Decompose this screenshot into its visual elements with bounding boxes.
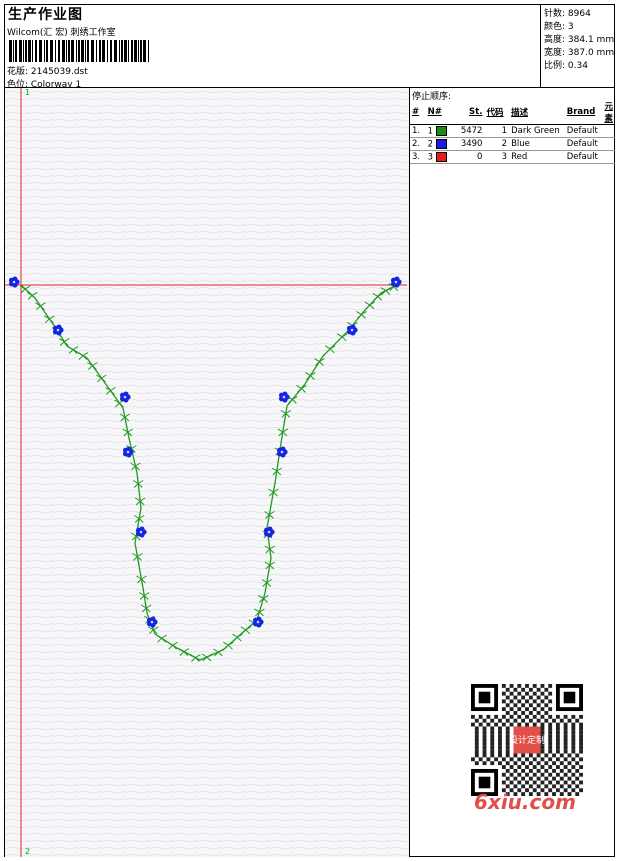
start-marker: 1 bbox=[25, 88, 31, 97]
row-code: 1 bbox=[484, 124, 510, 138]
table-header: # N# St. 代码 描述 Brand 元素 bbox=[410, 100, 615, 125]
row-stitches: 3490 bbox=[458, 137, 485, 151]
spec-value: 387.0 mm bbox=[567, 48, 615, 58]
spec-value: 384.1 mm bbox=[567, 35, 615, 45]
row-description: Dark Green bbox=[509, 124, 565, 138]
spec-panel: 针数: 8964 颜色: 3 高度: 384.1 mm 宽度: 387.0 mm… bbox=[540, 5, 616, 87]
row-index: 2. bbox=[410, 137, 426, 151]
design-canvas: 1 2 bbox=[5, 88, 410, 857]
barcode bbox=[9, 40, 149, 62]
design-file-label: 花版: 2145039.dst bbox=[7, 67, 88, 77]
watermark-text: 6xiu.com bbox=[474, 790, 576, 814]
spec-stitch-count: 针数: 8964 bbox=[544, 6, 591, 19]
spec-scale: 比例: 0.34 bbox=[544, 58, 588, 71]
row-needle: 3 bbox=[425, 150, 459, 164]
color-table: # N# St. 代码 描述 Brand 元素 1. 1 5472 1 Dark… bbox=[410, 100, 615, 164]
spec-width: 宽度: 387.0 mm bbox=[544, 45, 614, 58]
needle-number: 1 bbox=[427, 126, 434, 137]
spec-height: 高度: 384.1 mm bbox=[544, 32, 614, 45]
row-brand: Default bbox=[564, 137, 603, 151]
col-header: Brand bbox=[564, 100, 603, 125]
needle-number: 2 bbox=[427, 139, 434, 150]
col-header: 描述 bbox=[509, 100, 565, 125]
row-description: Blue bbox=[509, 137, 565, 151]
color-swatch bbox=[435, 151, 447, 162]
spec-color-count: 颜色: 3 bbox=[544, 19, 574, 32]
row-brand: Default bbox=[564, 150, 603, 164]
row-index: 1. bbox=[410, 124, 426, 138]
seal-text: 设计定制 bbox=[509, 734, 545, 746]
studio-name: Wilcom(汇 宏) 刺绣工作室 bbox=[7, 28, 116, 38]
col-header: N# bbox=[425, 100, 459, 125]
qr-code-watermark: 设计定制 bbox=[471, 684, 583, 796]
design-preview bbox=[5, 88, 409, 857]
color-swatch bbox=[435, 138, 447, 149]
row-description: Red bbox=[509, 150, 565, 164]
spec-label: 宽度: bbox=[544, 48, 566, 58]
color-swatch bbox=[435, 125, 447, 136]
col-header: 代码 bbox=[484, 100, 510, 125]
table-row: 3. 3 0 3 Red Default bbox=[410, 150, 615, 164]
col-header: 元素 bbox=[602, 100, 615, 125]
row-element bbox=[602, 137, 615, 151]
row-needle: 2 bbox=[425, 137, 459, 151]
col-header: St. bbox=[458, 100, 485, 125]
row-brand: Default bbox=[564, 124, 603, 138]
spec-label: 高度: bbox=[544, 35, 566, 45]
row-code: 3 bbox=[484, 150, 510, 164]
row-stitches: 0 bbox=[458, 150, 485, 164]
page-title: 生产作业图 bbox=[8, 7, 83, 23]
row-needle: 1 bbox=[425, 124, 459, 138]
spec-label: 颜色: bbox=[544, 22, 566, 32]
row-index: 3. bbox=[410, 150, 426, 164]
row-stitches: 5472 bbox=[458, 124, 485, 138]
col-header: # bbox=[410, 100, 426, 125]
end-marker: 2 bbox=[25, 847, 31, 856]
row-code: 2 bbox=[484, 137, 510, 151]
needle-number: 3 bbox=[427, 152, 434, 163]
spec-label: 针数: bbox=[544, 9, 566, 19]
spec-label: 比例: bbox=[544, 61, 566, 71]
header-info: 生产作业图 Wilcom(汇 宏) 刺绣工作室 花版: 2145039.dst … bbox=[5, 5, 540, 90]
row-element bbox=[602, 150, 615, 164]
table-row: 1. 1 5472 1 Dark Green Default bbox=[410, 124, 615, 138]
spec-value: 0.34 bbox=[567, 61, 588, 71]
spec-value: 8964 bbox=[567, 9, 591, 19]
spec-value: 3 bbox=[567, 22, 574, 32]
row-element bbox=[602, 124, 615, 138]
table-row: 2. 2 3490 2 Blue Default bbox=[410, 137, 615, 151]
